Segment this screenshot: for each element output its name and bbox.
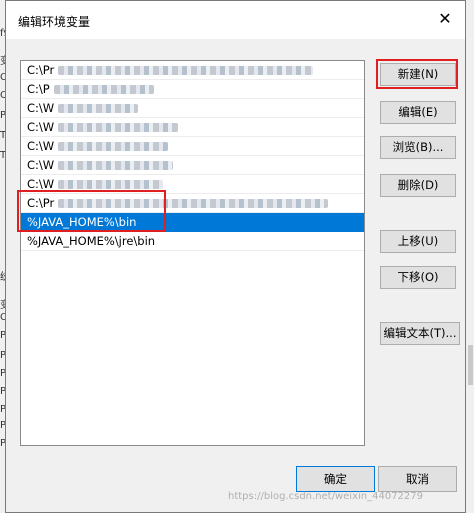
list-item-text: C:\Pr [27, 196, 55, 210]
background-scrollbar-thumb [468, 345, 473, 385]
list-item[interactable]: C:\W [21, 99, 364, 118]
obscured-text [58, 180, 164, 189]
obscured-text [58, 161, 174, 170]
path-entries-list[interactable]: C:\Pr C:\P C:\W C:\W C:\W C:\W C:\W C:\P… [20, 60, 365, 446]
list-item-text: C:\W [27, 158, 55, 172]
background-window-right-edge [465, 0, 474, 513]
new-button[interactable]: 新建(N) [380, 63, 456, 86]
list-item[interactable]: C:\Pr [21, 61, 364, 80]
browse-button[interactable]: 浏览(B)... [380, 136, 456, 159]
obscured-text [58, 199, 329, 208]
list-item[interactable]: C:\W [21, 156, 364, 175]
watermark: https://blog.csdn.net/weixin_44072279 [228, 491, 424, 502]
obscured-text [58, 66, 314, 75]
list-item-text: C:\W [27, 139, 55, 153]
list-item[interactable]: C:\W [21, 175, 364, 194]
close-icon[interactable]: ✕ [435, 9, 455, 29]
obscured-text [58, 123, 179, 132]
list-item-text: C:\W [27, 101, 55, 115]
move-up-button[interactable]: 上移(U) [380, 230, 456, 253]
cancel-button[interactable]: 取消 [378, 466, 457, 492]
list-item-text: C:\W [27, 120, 55, 134]
list-item-text: %JAVA_HOME%\bin [27, 215, 137, 229]
list-item-selected[interactable]: %JAVA_HOME%\bin [21, 213, 364, 232]
list-item[interactable]: %JAVA_HOME%\jre\bin [21, 232, 364, 251]
list-item-text: C:\Pr [27, 63, 55, 77]
list-item-text: C:\W [27, 177, 55, 191]
edit-button[interactable]: 编辑(E) [380, 101, 456, 124]
list-item[interactable]: C:\W [21, 137, 364, 156]
title-bar: 编辑环境变量 ✕ [6, 1, 465, 39]
dialog-title: 编辑环境变量 [18, 15, 91, 29]
list-item[interactable]: C:\P [21, 80, 364, 99]
list-item-text: %JAVA_HOME%\jre\bin [27, 234, 156, 248]
delete-button[interactable]: 删除(D) [380, 174, 456, 197]
obscured-text [58, 104, 139, 113]
ok-button[interactable]: 确定 [296, 466, 375, 492]
obscured-text [53, 85, 154, 94]
edit-text-button[interactable]: 编辑文本(T)... [380, 322, 460, 345]
list-item[interactable]: C:\Pr [21, 194, 364, 213]
move-down-button[interactable]: 下移(O) [380, 266, 456, 289]
obscured-text [58, 142, 169, 151]
list-item[interactable]: C:\W [21, 118, 364, 137]
list-item-text: C:\P [27, 82, 50, 96]
